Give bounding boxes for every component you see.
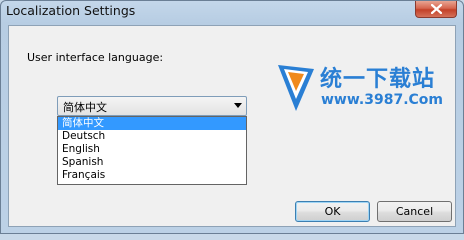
watermark-logo: 统一下载站 www.3987.Com (274, 59, 454, 119)
language-label: User interface language: (27, 51, 164, 64)
close-icon (431, 4, 442, 14)
window-title: Localization Settings (6, 3, 136, 18)
language-option[interactable]: 简体中文 (58, 117, 246, 130)
language-options-list: 简体中文 Deutsch English Spanish Français (57, 116, 247, 185)
language-option[interactable]: Deutsch (58, 130, 246, 143)
close-button[interactable] (415, 1, 457, 18)
title-bar[interactable]: Localization Settings (1, 1, 463, 23)
language-option[interactable]: Français (58, 169, 246, 182)
cancel-button[interactable]: Cancel (377, 201, 452, 222)
language-dropdown-value: 简体中文 (63, 101, 107, 114)
dialog-body: User interface language: 统一下载站 www.3987.… (8, 25, 456, 227)
watermark-url: www.3987.Com (321, 92, 443, 108)
language-option[interactable]: Spanish (58, 156, 246, 169)
language-option[interactable]: English (58, 143, 246, 156)
language-dropdown[interactable]: 简体中文 (57, 96, 247, 116)
dialog-window: Localization Settings User interface lan… (0, 0, 464, 234)
watermark-text: 统一下载站 (320, 67, 436, 92)
chevron-down-icon[interactable] (234, 103, 242, 108)
logo-icon (278, 65, 314, 111)
ok-button[interactable]: OK (295, 201, 370, 222)
